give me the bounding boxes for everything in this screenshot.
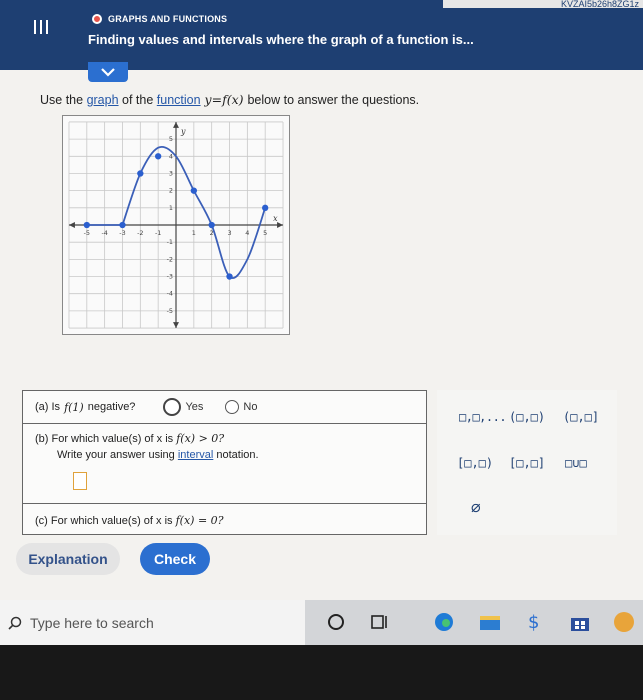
topic-label: GRAPHS AND FUNCTIONS xyxy=(108,14,228,24)
topic-status-icon xyxy=(92,14,102,24)
question-a-tail: negative? xyxy=(87,401,136,413)
y-tick-label: -2 xyxy=(167,255,173,263)
graph-point xyxy=(226,273,233,280)
browser-screen: KVZAI5b26h8ZG1z GRAPHS AND FUNCTIONS Fin… xyxy=(0,0,643,645)
question-b-label: (b) For which value(s) of x is xyxy=(35,433,174,445)
cortana-icon[interactable] xyxy=(324,610,348,634)
app-icon[interactable] xyxy=(612,610,636,634)
x-tick-label: -4 xyxy=(101,229,107,237)
bezel xyxy=(0,645,643,700)
prompt-mid: of the xyxy=(118,93,157,107)
expand-toggle[interactable] xyxy=(88,62,128,82)
y-tick-label: 5 xyxy=(169,135,173,143)
windows-taskbar: Type here to search $ xyxy=(0,600,643,645)
y-axis-arrow-bottom xyxy=(173,322,179,329)
y-tick-label: -5 xyxy=(167,307,173,315)
x-axis-arrow xyxy=(277,222,284,228)
questions-panel: (a) Is f(1) negative? Yes No (b) For whi… xyxy=(22,390,427,535)
topic-row: GRAPHS AND FUNCTIONS xyxy=(92,14,227,24)
y-tick-label: 2 xyxy=(169,187,173,195)
prompt-pre: Use the xyxy=(40,93,87,107)
instr-post: notation. xyxy=(213,449,259,461)
question-a-math: f(1) xyxy=(64,400,84,414)
x-tick-label: -1 xyxy=(155,229,161,237)
y-tick-label: -3 xyxy=(167,273,173,281)
yes-label: Yes xyxy=(185,401,204,413)
task-view-icon[interactable] xyxy=(368,610,392,634)
header-bar: KVZAI5b26h8ZG1z GRAPHS AND FUNCTIONS Fin… xyxy=(0,0,643,70)
taskbar-search-placeholder: Type here to search xyxy=(30,614,154,631)
function-link[interactable]: function xyxy=(157,93,201,107)
y-axis-label: y xyxy=(180,127,186,136)
x-tick-label: -5 xyxy=(84,229,90,237)
question-c-label: (c) For which value(s) of x is xyxy=(35,515,173,527)
edge-icon[interactable] xyxy=(432,610,456,634)
yes-radio[interactable] xyxy=(163,398,182,416)
empty-set-button[interactable]: ∅ xyxy=(471,498,481,517)
palette-open-open-button[interactable]: (□,□) xyxy=(509,410,545,424)
question-a: (a) Is f(1) negative? Yes No xyxy=(23,391,426,424)
palette-closed-closed-button[interactable]: [□,□] xyxy=(509,456,545,470)
explanation-button[interactable]: Explanation xyxy=(16,543,120,575)
graph-point xyxy=(208,221,215,229)
y-tick-label: 3 xyxy=(169,169,173,177)
y-tick-label: -4 xyxy=(167,290,173,298)
palette-list-button[interactable]: □,□,... xyxy=(459,410,507,424)
prompt-post: below to answer the questions. xyxy=(247,93,420,107)
question-b-instructions: Write your answer using interval notatio… xyxy=(57,449,414,461)
question-a-label: (a) Is xyxy=(35,401,61,413)
function-graph: x y -5 -4 -3 -2 -1 1 2 3 4 5 5 4 3 2 1 -1 -2 -3 -4 -5 xyxy=(62,115,290,335)
prompt-math: y=f(x) xyxy=(200,92,248,107)
x-tick-label: 4 xyxy=(245,229,249,237)
graph-point xyxy=(190,187,198,194)
graph-point xyxy=(262,204,269,211)
svg-text:$: $ xyxy=(528,612,539,633)
y-axis-arrow xyxy=(173,121,179,128)
top-strip: KVZAI5b26h8ZG1z xyxy=(443,0,643,9)
x-axis-label: x xyxy=(273,214,278,223)
y-tick-label: -1 xyxy=(167,238,173,246)
no-radio[interactable] xyxy=(225,400,240,414)
graph-svg: xy-5 -4 -3 -2 -1 1 2 3 4 554321-1-2-3-4-5 xyxy=(68,121,284,329)
money-icon[interactable]: $ xyxy=(522,610,546,634)
palette-closed-open-button[interactable]: [□,□) xyxy=(457,456,493,470)
question-b: (b) For which value(s) of x is f(x) > 0?… xyxy=(23,424,426,504)
y-tick-label: 1 xyxy=(169,204,173,212)
x-tick-label: 3 xyxy=(227,229,231,237)
instr-pre: Write your answer using xyxy=(57,449,178,461)
check-button[interactable]: Check xyxy=(140,543,210,575)
taskbar-search[interactable]: Type here to search xyxy=(0,600,305,645)
graph-point xyxy=(83,221,90,229)
x-axis-arrow-left xyxy=(68,222,75,228)
chevron-down-icon xyxy=(101,68,115,77)
file-explorer-icon[interactable] xyxy=(478,610,502,634)
answer-b-input[interactable] xyxy=(73,472,87,490)
x-tick-label: 5 xyxy=(263,229,267,237)
menu-icon[interactable] xyxy=(34,20,48,34)
interval-link[interactable]: interval xyxy=(178,449,213,461)
question-c: (c) For which value(s) of x is f(x) = 0? xyxy=(23,504,426,536)
store-icon[interactable] xyxy=(568,610,592,634)
x-tick-label: -3 xyxy=(119,229,125,237)
graph-link[interactable]: graph xyxy=(87,93,119,107)
x-tick-label: -2 xyxy=(137,229,143,237)
no-label: No xyxy=(243,401,258,413)
notation-palette: □,□,... (□,□) (□,□] [□,□) [□,□] □∪□ ∅ xyxy=(437,390,617,535)
question-a-options: Yes No xyxy=(163,398,275,416)
graph-point xyxy=(137,170,144,177)
search-icon xyxy=(8,616,22,630)
graph-point xyxy=(119,221,126,229)
page-title: Finding values and intervals where the g… xyxy=(88,32,474,47)
x-tick-label: 1 xyxy=(192,229,196,237)
question-prompt: Use the graph of the function y=f(x) bel… xyxy=(40,92,419,107)
graph-point xyxy=(154,153,162,160)
palette-open-closed-button[interactable]: (□,□] xyxy=(563,410,599,424)
question-c-math: f(x) = 0? xyxy=(175,514,224,527)
palette-union-button[interactable]: □∪□ xyxy=(565,456,587,470)
question-b-math: f(x) > 0? xyxy=(176,432,225,445)
